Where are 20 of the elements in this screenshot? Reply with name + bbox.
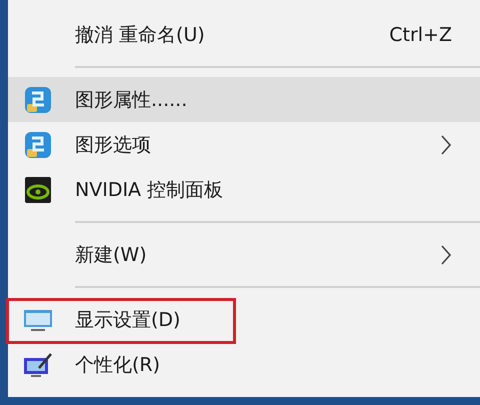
graphics-icon [24,130,52,158]
menu-item-label: 图形属性...... [75,88,188,112]
menu-item[interactable]: 新建(W) [8,232,480,277]
menu-item[interactable]: 显示设置(D) [8,297,480,342]
menu-item-label: 个性化(R) [75,352,160,378]
menu-item-label: 图形选项 [75,132,151,158]
monitor-icon [22,308,52,332]
menu-item[interactable]: 撤消 重命名(U) Ctrl+Z [8,12,480,57]
menu-item-label: 显示设置(D) [75,308,180,332]
menu-item[interactable]: 个性化(R) [8,342,480,387]
menu-item-label: NVIDIA 控制面板 [75,178,224,202]
shortcut-text: Ctrl+Z [389,24,452,46]
menu-item-label: 新建(W) [75,242,147,268]
display-pen-icon [22,352,52,378]
graphics-icon [24,86,52,114]
eye-logo-icon [24,176,52,204]
menu-item[interactable]: 图形属性...... [8,77,480,122]
menu-item-label: 撤消 重命名(U) [75,22,205,48]
menu-item[interactable]: 图形选项 [8,122,480,167]
menu-item[interactable]: NVIDIA 控制面板 [8,167,480,212]
